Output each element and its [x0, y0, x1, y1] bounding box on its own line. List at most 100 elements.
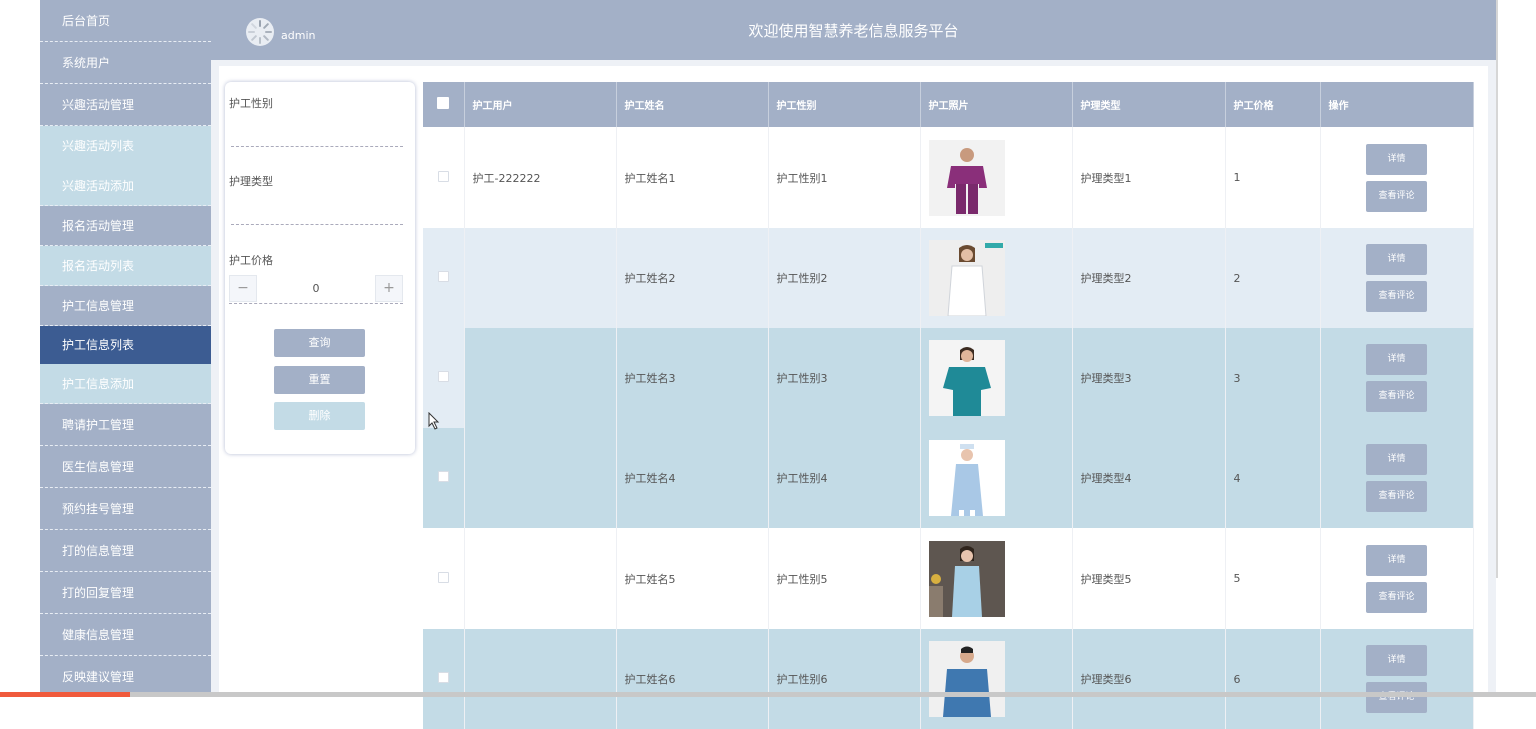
page-title: 欢迎使用智慧养老信息服务平台 [748, 22, 959, 40]
detail-button[interactable]: 详情 [1366, 344, 1427, 375]
type-filter-label: 护理类型 [229, 175, 273, 188]
caregiver-photo[interactable] [928, 240, 1005, 316]
progress-indicator [0, 692, 130, 697]
user-cell [464, 528, 617, 629]
minus-button[interactable]: − [229, 275, 257, 302]
gender-filter-input[interactable] [231, 146, 403, 147]
caregiver-photo[interactable] [928, 139, 1005, 216]
type-cell: 护理类型5 [1072, 528, 1226, 629]
column-header: 护工照片 [920, 82, 1073, 127]
row-checkbox[interactable] [437, 571, 449, 583]
actions-cell: 详情 查看评论 [1320, 629, 1474, 729]
gender-cell: 护工性别4 [768, 428, 921, 528]
row-checkbox[interactable] [437, 371, 449, 382]
column-header: 护工性别 [768, 82, 921, 127]
detail-button[interactable]: 详情 [1366, 544, 1427, 576]
type-cell: 护理类型1 [1072, 127, 1226, 228]
sidebar-item-caregiver-list[interactable]: 护工信息列表 [40, 326, 211, 364]
user-cell [464, 328, 617, 428]
view-reviews-button[interactable]: 查看评论 [1366, 682, 1427, 713]
delete-button[interactable]: 删除 [274, 402, 365, 430]
sidebar-item-interest-activity-add[interactable]: 兴趣活动添加 [40, 166, 211, 206]
row-checkbox[interactable] [437, 471, 449, 482]
actions-cell: 详情 查看评论 [1320, 328, 1474, 428]
name-cell: 护工姓名6 [616, 629, 769, 729]
view-reviews-button[interactable]: 查看评论 [1366, 180, 1427, 212]
select-all-cell [423, 82, 465, 127]
sidebar-item-doctor-info[interactable]: 医生信息管理 [40, 446, 211, 488]
sidebar-item-health-info[interactable]: 健康信息管理 [40, 614, 211, 656]
sidebar-item-caregiver-info[interactable]: 护工信息管理 [40, 286, 211, 326]
table-row: 护工姓名4 护工性别4 护理类型4 4 详情 查看评论 [423, 428, 1474, 528]
sidebar-item-appointment[interactable]: 预约挂号管理 [40, 488, 211, 530]
photo-cell [920, 528, 1073, 629]
select-cell [423, 228, 465, 328]
sidebar-item-feedback[interactable]: 反映建议管理 [40, 656, 211, 697]
sidebar-item-signup-activity-list[interactable]: 报名活动列表 [40, 246, 211, 286]
sidebar-item-home[interactable]: 后台首页 [40, 0, 211, 42]
view-reviews-button[interactable]: 查看评论 [1366, 481, 1427, 512]
price-filter-label: 护工价格 [229, 254, 273, 267]
actions-cell: 详情 查看评论 [1320, 528, 1474, 629]
scrollbar-track[interactable] [1496, 0, 1498, 578]
row-checkbox[interactable] [437, 271, 449, 282]
price-cell: 2 [1225, 228, 1321, 328]
top-header: admin 欢迎使用智慧养老信息服务平台 [211, 0, 1496, 60]
name-cell: 护工姓名2 [616, 228, 769, 328]
page-scrollbar[interactable] [1496, 0, 1536, 697]
caregiver-photo[interactable] [928, 440, 1005, 516]
type-cell: 护理类型3 [1072, 328, 1226, 428]
table-header-row: 护工用户 护工姓名 护工性别 护工照片 护理类型 护工价格 操作 [423, 82, 1474, 127]
view-reviews-button[interactable]: 查看评论 [1366, 581, 1427, 613]
gender-cell: 护工性别3 [768, 328, 921, 428]
price-cell: 3 [1225, 328, 1321, 428]
name-cell: 护工姓名3 [616, 328, 769, 428]
search-button[interactable]: 查询 [274, 329, 365, 357]
sidebar-item-taxi-reply[interactable]: 打的回复管理 [40, 572, 211, 614]
detail-button[interactable]: 详情 [1366, 143, 1427, 175]
detail-button[interactable]: 详情 [1366, 444, 1427, 475]
sidebar-item-taxi-info[interactable]: 打的信息管理 [40, 530, 211, 572]
gender-cell: 护工性别6 [768, 629, 921, 729]
column-header: 操作 [1320, 82, 1474, 127]
gender-cell: 护工性别5 [768, 528, 921, 629]
caregiver-photo[interactable] [928, 641, 1005, 717]
column-header: 护工姓名 [616, 82, 769, 127]
type-cell: 护理类型6 [1072, 629, 1226, 729]
gender-filter-label: 护工性别 [229, 97, 273, 110]
row-checkbox[interactable] [437, 672, 449, 683]
gender-cell: 护工性别2 [768, 228, 921, 328]
actions-cell: 详情 查看评论 [1320, 428, 1474, 528]
detail-button[interactable]: 详情 [1366, 645, 1427, 676]
price-cell: 6 [1225, 629, 1321, 729]
select-cell [423, 428, 465, 528]
name-cell: 护工姓名5 [616, 528, 769, 629]
sidebar-item-caregiver-add[interactable]: 护工信息添加 [40, 364, 211, 404]
actions-cell: 详情 查看评论 [1320, 228, 1474, 328]
table-row: 护工姓名2 护工性别2 护理类型2 2 详情 查看评论 [423, 228, 1474, 328]
sidebar-item-system-users[interactable]: 系统用户 [40, 42, 211, 84]
mouse-cursor-icon [428, 412, 440, 430]
select-cell [423, 528, 465, 629]
plus-button[interactable]: + [375, 275, 403, 302]
view-reviews-button[interactable]: 查看评论 [1366, 281, 1427, 312]
type-filter-input[interactable] [231, 224, 403, 225]
sidebar: 后台首页 系统用户 兴趣活动管理 兴趣活动列表 兴趣活动添加 报名活动管理 报名… [40, 0, 211, 697]
gender-cell: 护工性别1 [768, 127, 921, 228]
sidebar-item-interest-activity[interactable]: 兴趣活动管理 [40, 84, 211, 126]
view-reviews-button[interactable]: 查看评论 [1366, 381, 1427, 412]
detail-button[interactable]: 详情 [1366, 244, 1427, 275]
photo-cell [920, 127, 1073, 228]
sidebar-item-interest-activity-list[interactable]: 兴趣活动列表 [40, 126, 211, 166]
row-checkbox[interactable] [437, 170, 449, 182]
reset-button[interactable]: 重置 [274, 366, 365, 394]
sidebar-item-signup-activity[interactable]: 报名活动管理 [40, 206, 211, 246]
caregiver-photo[interactable] [928, 540, 1005, 617]
caregiver-photo[interactable] [928, 340, 1005, 416]
table-row: 护工姓名6 护工性别6 护理类型6 6 详情 查看评论 [423, 629, 1474, 729]
sidebar-item-hire-caregiver[interactable]: 聘请护工管理 [40, 404, 211, 446]
select-all-checkbox[interactable] [437, 97, 450, 109]
table-row: 护工-222222 护工姓名1 护工性别1 护理类型1 1 详情 查看评论 [423, 127, 1474, 228]
price-input[interactable]: 0 [259, 275, 373, 303]
table-row: 护工姓名3 护工性别3 护理类型3 3 详情 查看评论 [423, 328, 1474, 428]
